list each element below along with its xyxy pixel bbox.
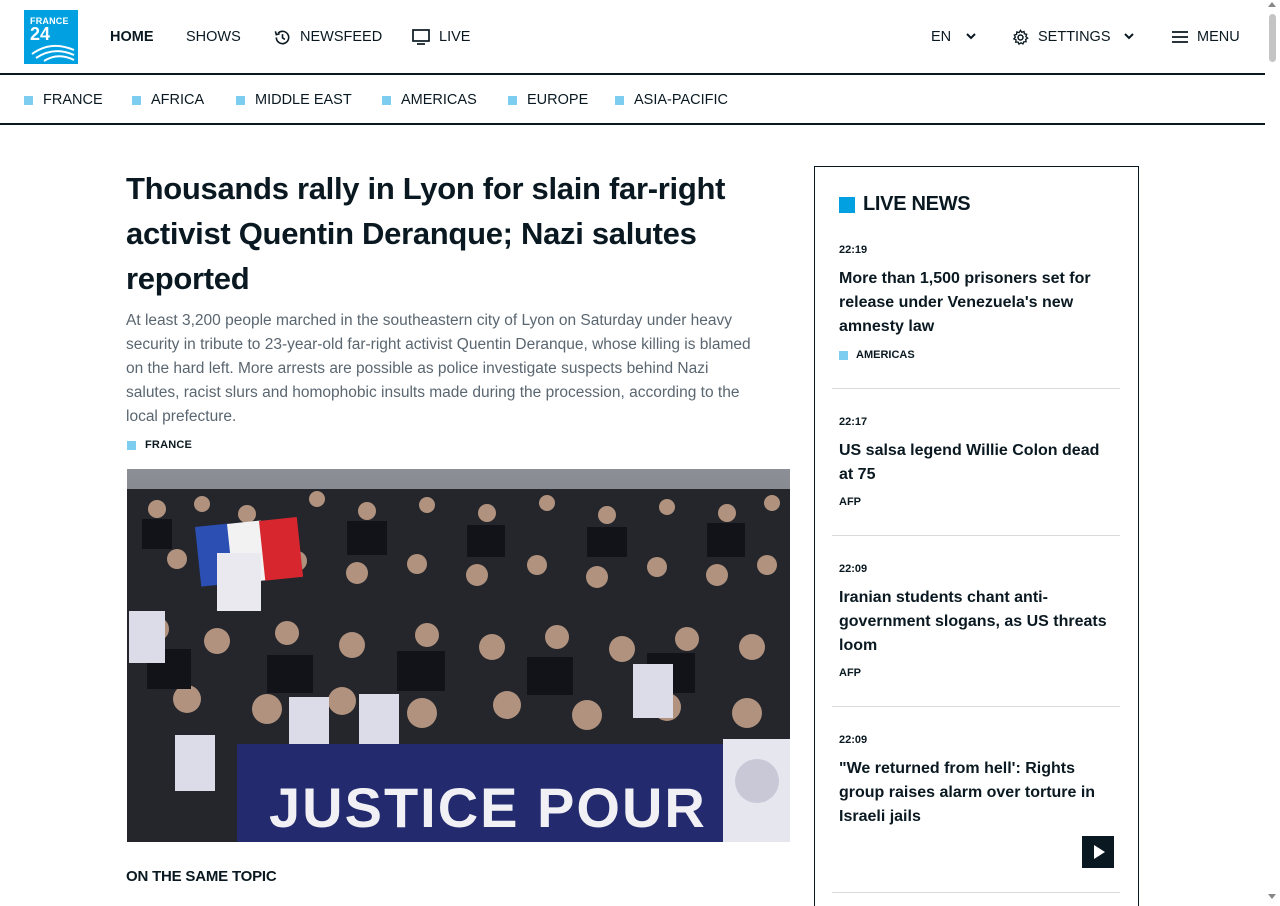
chevron-down-icon (966, 33, 976, 40)
tv-icon (412, 29, 430, 45)
settings-label: SETTINGS (1038, 29, 1111, 45)
scrollbar-thumb[interactable] (1269, 14, 1276, 62)
article-tag-france[interactable]: FRANCE (127, 439, 192, 451)
live-news-tag[interactable]: AMERICAS (839, 349, 915, 361)
top-header: FRANCE 24 HOME SHOWS NEWSFEED LIVE EN SE… (0, 0, 1265, 75)
live-news-tag-label: AMERICAS (856, 349, 915, 361)
language-selector[interactable]: EN (931, 27, 981, 47)
scroll-down-arrow-icon[interactable] (1268, 894, 1276, 899)
region-square-icon (382, 95, 391, 105)
menu-button[interactable]: MENU (1171, 27, 1240, 47)
region-label: ASIA-PACIFIC (634, 92, 728, 108)
region-square-icon (236, 95, 245, 105)
live-news-item[interactable]: 22:09 "We returned from hell': Rights gr… (832, 707, 1120, 893)
article-lede: At least 3,200 people marched in the sou… (126, 312, 751, 425)
crowd-photo-illustration: JUSTICE POUR QUENTIN (127, 469, 790, 842)
nav-home-label: HOME (110, 29, 154, 45)
region-square-icon (508, 95, 517, 105)
live-news-item[interactable]: 22:17 US salsa legend Willie Colon dead … (832, 389, 1120, 536)
nav-shows-label: SHOWS (186, 29, 241, 45)
region-africa[interactable]: AFRICA (132, 92, 204, 108)
same-topic-heading: ON THE SAME TOPIC (126, 868, 277, 885)
live-news-headline[interactable]: Iranian students chant anti-government s… (839, 586, 1117, 658)
language-label: EN (931, 29, 952, 45)
region-asia-pacific[interactable]: ASIA-PACIFIC (615, 92, 728, 108)
article-photo[interactable]: JUSTICE POUR QUENTIN (127, 469, 790, 842)
live-news-panel: LIVE NEWS 22:19 More than 1,500 prisoner… (814, 166, 1139, 906)
live-news-time: 22:17 (839, 416, 868, 428)
live-news-headline[interactable]: "We returned from hell': Rights group ra… (839, 757, 1117, 829)
tag-square-icon (839, 350, 848, 360)
region-france[interactable]: FRANCE (24, 92, 103, 108)
banner-text: JUSTICE POUR QUENTIN (269, 776, 790, 839)
live-news-source: AFP (839, 496, 861, 508)
region-label: FRANCE (43, 92, 103, 108)
logo-text-line2: 24 (30, 24, 51, 44)
live-news-item[interactable]: 22:09 Iranian students chant anti-govern… (832, 536, 1120, 707)
region-label: MIDDLE EAST (255, 92, 352, 108)
gear-icon (1012, 28, 1029, 45)
region-americas[interactable]: AMERICAS (382, 92, 477, 108)
nav-live[interactable]: LIVE (411, 27, 470, 47)
region-square-icon (615, 95, 624, 105)
scroll-up-arrow-icon[interactable] (1268, 2, 1276, 7)
nav-newsfeed[interactable]: NEWSFEED (273, 27, 382, 47)
history-clock-icon (274, 30, 290, 44)
article-tag-label: FRANCE (145, 439, 193, 451)
live-square-icon (839, 196, 855, 213)
region-middle-east[interactable]: MIDDLE EAST (236, 92, 352, 108)
region-square-icon (24, 95, 33, 105)
live-news-title-text: LIVE NEWS (863, 193, 971, 215)
region-europe[interactable]: EUROPE (508, 92, 588, 108)
region-square-icon (132, 95, 141, 105)
region-label: AMERICAS (401, 92, 477, 108)
hamburger-menu-icon (1172, 31, 1188, 43)
nav-newsfeed-label: NEWSFEED (300, 29, 383, 45)
menu-label: MENU (1197, 29, 1240, 45)
live-news-time: 22:09 (839, 563, 868, 575)
region-label: AFRICA (151, 92, 205, 108)
nav-live-label: LIVE (439, 29, 471, 45)
video-play-icon[interactable] (1082, 836, 1114, 868)
live-news-source: AFP (839, 667, 861, 679)
live-news-headline[interactable]: More than 1,500 prisoners set for releas… (839, 267, 1117, 339)
live-news-time: 22:19 (839, 244, 868, 256)
live-news-title: LIVE NEWS (839, 193, 971, 216)
live-news-item[interactable]: 22:19 More than 1,500 prisoners set for … (832, 241, 1120, 389)
nav-home[interactable]: HOME (110, 27, 154, 47)
chevron-down-icon (1123, 33, 1134, 40)
live-news-time: 22:09 (839, 734, 868, 746)
tag-square-icon (127, 440, 136, 450)
regions-nav: FRANCE AFRICA MIDDLE EAST AMERICAS EUROP… (0, 75, 1265, 125)
live-news-headline[interactable]: US salsa legend Willie Colon dead at 75 (839, 439, 1117, 487)
region-label: EUROPE (527, 92, 589, 108)
nav-shows[interactable]: SHOWS (186, 27, 241, 47)
settings-dropdown[interactable]: SETTINGS (1011, 27, 1139, 47)
article-headline[interactable]: Thousands rally in Lyon for slain far-ri… (126, 166, 796, 301)
page-scrollbar[interactable] (1265, 0, 1280, 906)
france24-logo[interactable]: FRANCE 24 (24, 10, 78, 64)
